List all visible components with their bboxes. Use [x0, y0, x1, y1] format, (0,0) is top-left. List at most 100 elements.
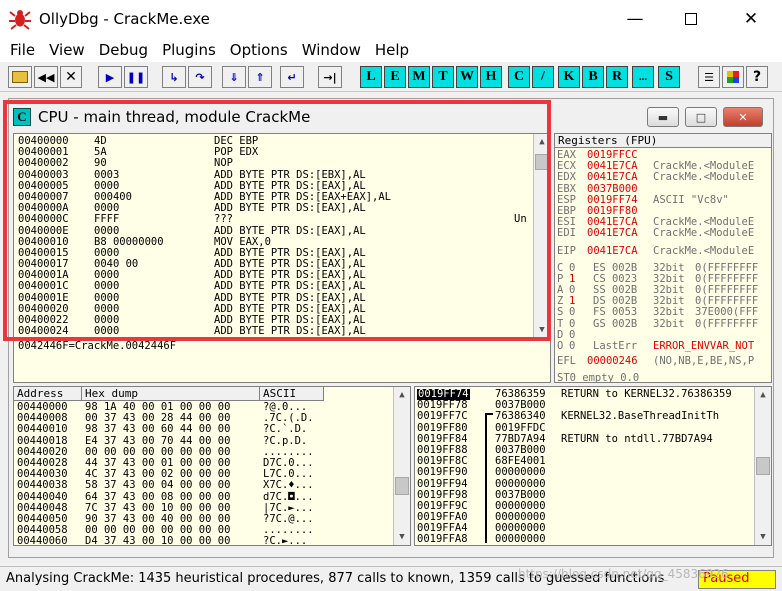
- menu-plugins[interactable]: Plugins: [156, 41, 222, 59]
- close-button[interactable]: ✕: [728, 0, 774, 38]
- run-trace-button[interactable]: ...: [632, 66, 654, 88]
- scroll-thumb[interactable]: [756, 457, 770, 475]
- animate-over-button[interactable]: ⇑: [248, 66, 272, 88]
- flag-row[interactable]: T 0 GS 002B 32bit 0(FFFFFFFF: [557, 318, 771, 330]
- menu-view[interactable]: View: [43, 41, 91, 59]
- scroll-down-arrow-icon[interactable]: ▼: [534, 322, 550, 338]
- menu-file[interactable]: File: [4, 41, 41, 59]
- dump-row[interactable]: 00440010 98 37 43 00 60 44 00 00 ?C.`.D.: [17, 424, 387, 435]
- executables-button[interactable]: E: [384, 66, 406, 88]
- maximize-icon: [685, 13, 697, 25]
- dump-row[interactable]: 00440038 58 37 43 00 04 00 00 00 X7C.♦...: [17, 480, 387, 491]
- efl-value[interactable]: 00000246: [587, 355, 638, 367]
- register-row[interactable]: EIP 0041E7CA CrackMe.<ModuleE: [557, 245, 771, 257]
- register-value[interactable]: 0041E7CA: [587, 245, 638, 257]
- flag-value[interactable]: 0: [569, 307, 575, 318]
- stack-row[interactable]: 0019FF90 00000000: [417, 467, 753, 478]
- scroll-up-arrow-icon[interactable]: ▲: [534, 134, 550, 150]
- flag-row[interactable]: S 0 FS 0053 32bit 37E000(FFF: [557, 307, 771, 318]
- memory-map-button[interactable]: M: [408, 66, 430, 88]
- cpu-button[interactable]: C: [508, 66, 530, 88]
- register-row[interactable]: EDX 0041E7CA CrackMe.<ModuleE: [557, 172, 771, 183]
- stack-scrollbar[interactable]: ▲ ▼: [754, 387, 771, 545]
- stack-row[interactable]: 0019FF7C 76386340 KERNEL32.BaseThreadInitT…: [417, 411, 753, 422]
- stack-row[interactable]: 0019FFA8 00000000: [417, 534, 753, 545]
- register-value[interactable]: 0041E7CA: [587, 228, 638, 239]
- log-window-button[interactable]: L: [360, 66, 382, 88]
- breakpoints-button[interactable]: B: [582, 66, 604, 88]
- list-icon: ☰: [704, 70, 714, 84]
- cpu-minimize-button[interactable]: ▬: [647, 107, 679, 127]
- maximize-button[interactable]: [668, 0, 714, 38]
- cpu-restore-button[interactable]: □: [685, 107, 717, 127]
- disassembly-pane[interactable]: 00400000 4D DEC EBP 00400001 5A POP EDX 004000…: [13, 133, 551, 339]
- title-bar: OllyDbg - CrackMe.exe — ✕: [0, 0, 782, 38]
- disasm-row[interactable]: 0040000E 0000 ADD BYTE PTR DS:[EAX],AL: [18, 225, 498, 237]
- register-comment: CrackMe.<ModuleE: [653, 227, 755, 240]
- disasm-hex: 0000: [94, 280, 120, 293]
- dump-row[interactable]: 00440040 64 37 43 00 08 00 00 00 d7C.◘...: [17, 491, 387, 503]
- step-over-button[interactable]: ↷: [188, 66, 212, 88]
- dump-header-address[interactable]: Address: [14, 387, 82, 401]
- disasm-row[interactable]: 00400024 0000 ADD BYTE PTR DS:[EAX],AL: [18, 325, 498, 337]
- dump-header-ascii[interactable]: ASCII: [260, 387, 324, 401]
- disasm-row[interactable]: 0040001C 0000 ADD BYTE PTR DS:[EAX],AL: [18, 281, 498, 292]
- run-button[interactable]: ▶: [98, 66, 122, 88]
- stack-pane[interactable]: 0019FF74 76386359 RETURN to KERNEL32.76386…: [414, 386, 772, 546]
- arrow-right-bar-icon: →|: [323, 70, 337, 84]
- flag-name: O: [557, 340, 564, 352]
- efl-row[interactable]: EFL 00000246 (NO,NB,E,BE,NS,P: [557, 355, 771, 367]
- cpu-close-button[interactable]: ✕: [723, 107, 763, 127]
- dump-header-hex[interactable]: Hex dump: [82, 387, 260, 401]
- restart-button[interactable]: ◀◀: [34, 66, 58, 88]
- call-stack-button[interactable]: K: [558, 66, 580, 88]
- scroll-up-arrow-icon[interactable]: ▲: [394, 387, 410, 403]
- register-row[interactable]: EDI 0041E7CA CrackMe.<ModuleE: [557, 228, 771, 239]
- close-program-button[interactable]: ✕: [60, 66, 82, 88]
- registers-pane[interactable]: Registers (FPU) EAX 0019FFCC ECX 0041E7CA Cr…: [554, 133, 772, 383]
- cpu-window-title-bar: C CPU - main thread, module CrackMe: [13, 104, 310, 130]
- menu-help[interactable]: Help: [369, 41, 415, 59]
- source-button[interactable]: S: [658, 66, 680, 88]
- open-button[interactable]: [8, 66, 32, 88]
- disasm-row[interactable]: 0040000A 0000 ADD BYTE PTR DS:[EAX],AL: [18, 202, 498, 214]
- patches-button[interactable]: /: [532, 66, 554, 88]
- disasm-row[interactable]: 00400001 5A POP EDX: [18, 146, 498, 158]
- step-into-button[interactable]: ↳: [162, 66, 186, 88]
- disassembly-scrollbar[interactable]: ▲ ▼: [533, 134, 550, 338]
- minimize-button[interactable]: —: [612, 0, 658, 38]
- lasterr-value: ERROR_ENVVAR_NOT: [653, 340, 755, 352]
- references-button[interactable]: R: [606, 66, 628, 88]
- menu-options[interactable]: Options: [224, 41, 294, 59]
- menu-bar: File View Debug Plugins Options Window H…: [0, 38, 782, 62]
- colors-button[interactable]: [722, 66, 744, 88]
- disasm-hex: FFFF: [94, 213, 120, 226]
- disasm-row[interactable]: 00400000 4D DEC EBP: [18, 135, 498, 147]
- scroll-thumb[interactable]: [535, 154, 549, 170]
- windows-button[interactable]: W: [456, 66, 478, 88]
- execute-till-return-button[interactable]: ↵: [280, 66, 304, 88]
- list-view-button[interactable]: ☰: [698, 66, 720, 88]
- scroll-up-arrow-icon[interactable]: ▲: [755, 387, 771, 403]
- dump-scrollbar[interactable]: ▲ ▼: [393, 387, 410, 545]
- scroll-down-arrow-icon[interactable]: ▼: [394, 529, 410, 545]
- lasterr-row: O 0 LastErr ERROR_ENVVAR_NOT: [557, 340, 771, 352]
- dump-hex: 98 37 43 00 60 44 00 00: [85, 423, 231, 436]
- handles-button[interactable]: H: [480, 66, 502, 88]
- dump-pane[interactable]: Address Hex dump ASCII 00440000 98 1A 40 …: [13, 386, 411, 546]
- scroll-thumb[interactable]: [395, 477, 409, 495]
- disasm-row[interactable]: 00400002 90 NOP: [18, 158, 498, 169]
- menu-window[interactable]: Window: [296, 41, 367, 59]
- dump-ascii: X7C.♦...: [263, 479, 314, 492]
- stack-row[interactable]: 0019FF94 00000000: [417, 478, 753, 490]
- go-to-button[interactable]: →|: [318, 66, 342, 88]
- pause-button[interactable]: ❚❚: [124, 66, 148, 88]
- menu-debug[interactable]: Debug: [93, 41, 154, 59]
- help-button[interactable]: ?: [746, 66, 768, 88]
- register-value[interactable]: 0041E7CA: [587, 172, 638, 183]
- threads-button[interactable]: T: [432, 66, 454, 88]
- animate-into-button[interactable]: ⇓: [222, 66, 246, 88]
- dump-row[interactable]: 00440060 D4 37 43 00 10 00 00 00 ?C.►...: [17, 536, 387, 545]
- disasm-row[interactable]: 0040000C FFFF???: [18, 214, 498, 225]
- scroll-down-arrow-icon[interactable]: ▼: [755, 529, 771, 545]
